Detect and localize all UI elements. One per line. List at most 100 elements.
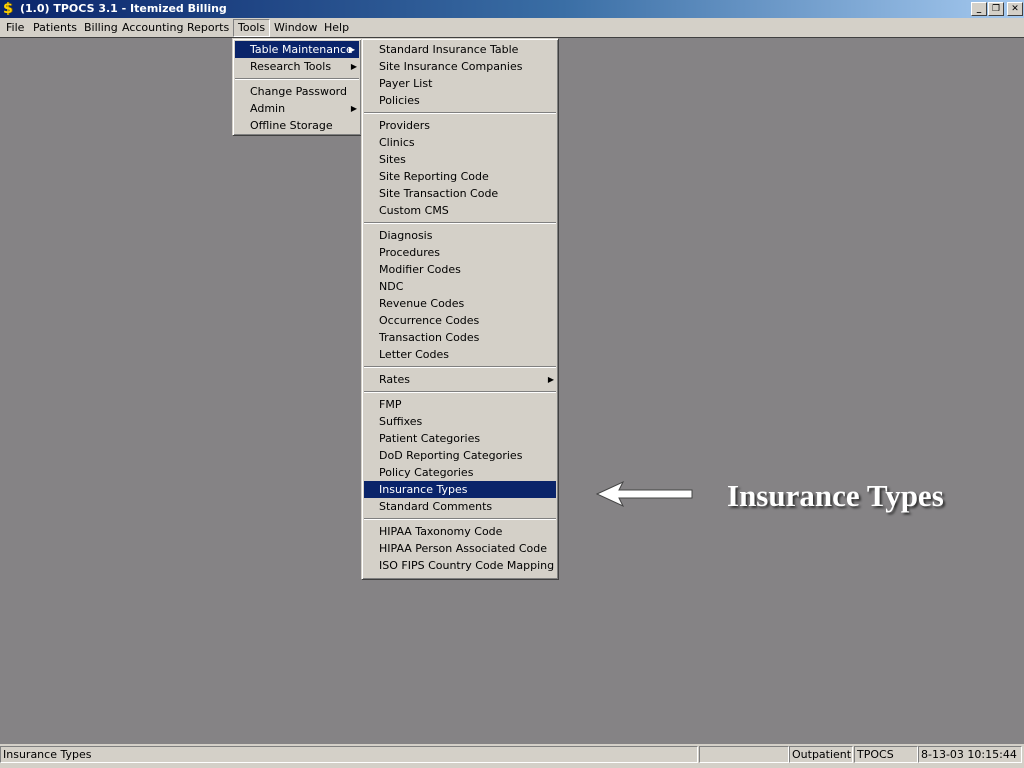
- menu-item-label: DoD Reporting Categories: [379, 449, 523, 462]
- menu-item-clinics[interactable]: Clinics: [362, 134, 558, 151]
- menu-separator: [235, 78, 359, 80]
- menu-item-transaction-codes[interactable]: Transaction Codes: [362, 329, 558, 346]
- menu-item-label: Policies: [379, 94, 420, 107]
- title-bar: $ (1.0) TPOCS 3.1 - Itemized Billing _ ❐…: [0, 0, 1024, 18]
- menu-item-label: Clinics: [379, 136, 415, 149]
- menu-item-label: ISO FIPS Country Code Mapping: [379, 559, 555, 572]
- menu-item-label: Diagnosis: [379, 229, 433, 242]
- menu-item-fmp[interactable]: FMP: [362, 396, 558, 413]
- menu-item-label: Revenue Codes: [379, 297, 465, 310]
- menu-item-label: Procedures: [379, 246, 440, 259]
- menu-item-label: Standard Insurance Table: [379, 43, 519, 56]
- menu-item-modifier-codes[interactable]: Modifier Codes: [362, 261, 558, 278]
- menu-separator: [364, 112, 556, 114]
- submenu-arrow-icon: ▶: [547, 375, 554, 384]
- menu-bar: File Patients Billing Accounting Reports…: [0, 18, 1024, 37]
- menu-file[interactable]: File: [2, 20, 28, 36]
- menu-item-site-transaction-code[interactable]: Site Transaction Code: [362, 185, 558, 202]
- menu-item-label: Change Password: [250, 85, 347, 98]
- menu-item-payer-list[interactable]: Payer List: [362, 75, 558, 92]
- menu-item-diagnosis[interactable]: Diagnosis: [362, 227, 558, 244]
- menu-item-label: Site Insurance Companies: [379, 60, 523, 73]
- menu-item-change-password[interactable]: Change Password: [233, 83, 361, 100]
- menu-item-admin[interactable]: Admin ▶: [233, 100, 361, 117]
- menu-item-label: Insurance Types: [379, 483, 468, 496]
- menu-item-letter-codes[interactable]: Letter Codes: [362, 346, 558, 363]
- menu-billing[interactable]: Billing: [80, 20, 122, 36]
- menu-item-occurrence-codes[interactable]: Occurrence Codes: [362, 312, 558, 329]
- menu-item-label: Patient Categories: [379, 432, 481, 445]
- status-blank: [699, 746, 789, 763]
- status-message: Insurance Types: [0, 746, 698, 763]
- menu-separator: [364, 222, 556, 224]
- menu-item-revenue-codes[interactable]: Revenue Codes: [362, 295, 558, 312]
- menu-item-standard-insurance-table[interactable]: Standard Insurance Table: [362, 41, 558, 58]
- left-arrow-icon: [595, 480, 693, 508]
- menu-item-label: Occurrence Codes: [379, 314, 480, 327]
- submenu-arrow-icon: ▶: [348, 45, 355, 54]
- restore-button[interactable]: ❐: [988, 2, 1004, 16]
- annotation-arrow: [595, 478, 695, 510]
- menu-accounting[interactable]: Accounting: [118, 20, 187, 36]
- menu-item-label: Letter Codes: [379, 348, 450, 361]
- annotation-label: Insurance Types: [727, 478, 944, 513]
- menu-item-label: NDC: [379, 280, 404, 293]
- table-maintenance-menu: Standard Insurance Table Site Insurance C…: [361, 38, 559, 580]
- status-datetime: 8-13-03 10:15:44: [918, 746, 1022, 763]
- menu-item-hipaa-person-associated-code[interactable]: HIPAA Person Associated Code: [362, 540, 558, 557]
- status-mode: Outpatient: [789, 746, 853, 763]
- menu-item-rates[interactable]: Rates ▶: [362, 371, 558, 388]
- menu-item-sites[interactable]: Sites: [362, 151, 558, 168]
- menu-item-label: Standard Comments: [379, 500, 493, 513]
- status-bar: Insurance Types Outpatient TPOCS 8-13-03…: [0, 744, 1024, 768]
- submenu-arrow-icon: ▶: [350, 62, 357, 71]
- menu-item-label: FMP: [379, 398, 402, 411]
- menu-item-policy-categories[interactable]: Policy Categories: [362, 464, 558, 481]
- menu-item-dod-reporting-categories[interactable]: DoD Reporting Categories: [362, 447, 558, 464]
- menu-item-label: Modifier Codes: [379, 263, 461, 276]
- menu-item-label: Site Transaction Code: [379, 187, 499, 200]
- menu-separator: [364, 391, 556, 393]
- menu-item-suffixes[interactable]: Suffixes: [362, 413, 558, 430]
- menu-separator: [364, 366, 556, 368]
- menu-item-label: Providers: [379, 119, 431, 132]
- menu-item-label: Site Reporting Code: [379, 170, 489, 183]
- menu-item-label: Policy Categories: [379, 466, 474, 479]
- menu-item-ndc[interactable]: NDC: [362, 278, 558, 295]
- menu-item-standard-comments[interactable]: Standard Comments: [362, 498, 558, 515]
- menu-item-procedures[interactable]: Procedures: [362, 244, 558, 261]
- menu-item-label: Suffixes: [379, 415, 423, 428]
- menu-item-table-maintenance[interactable]: Table Maintenance ▶: [235, 41, 359, 58]
- menu-patients[interactable]: Patients: [29, 20, 81, 36]
- status-system: TPOCS: [854, 746, 918, 763]
- menu-item-hipaa-taxonomy-code[interactable]: HIPAA Taxonomy Code: [362, 523, 558, 540]
- menu-item-label: HIPAA Person Associated Code: [379, 542, 548, 555]
- menu-item-policies[interactable]: Policies: [362, 92, 558, 109]
- menu-reports[interactable]: Reports: [183, 20, 233, 36]
- menu-item-label: Sites: [379, 153, 406, 166]
- menu-item-label: Research Tools: [250, 60, 332, 73]
- menu-item-label: Rates: [379, 373, 410, 386]
- menu-tools[interactable]: Tools: [233, 19, 271, 37]
- menu-item-site-reporting-code[interactable]: Site Reporting Code: [362, 168, 558, 185]
- menu-window[interactable]: Window: [270, 20, 321, 36]
- dollar-icon[interactable]: $: [3, 1, 17, 17]
- menu-item-iso-fips-country-code-mapping[interactable]: ISO FIPS Country Code Mapping: [362, 557, 558, 574]
- menu-item-insurance-types[interactable]: Insurance Types: [364, 481, 556, 498]
- close-button[interactable]: ✕: [1007, 2, 1023, 16]
- menu-item-label: Payer List: [379, 77, 433, 90]
- minimize-button[interactable]: _: [971, 2, 987, 16]
- menu-item-label: HIPAA Taxonomy Code: [379, 525, 503, 538]
- menu-item-custom-cms[interactable]: Custom CMS: [362, 202, 558, 219]
- menu-item-offline-storage[interactable]: Offline Storage: [233, 117, 361, 134]
- menu-help[interactable]: Help: [320, 20, 353, 36]
- menu-item-site-insurance-companies[interactable]: Site Insurance Companies: [362, 58, 558, 75]
- menu-item-patient-categories[interactable]: Patient Categories: [362, 430, 558, 447]
- tools-menu: Table Maintenance ▶ Research Tools ▶ Cha…: [232, 38, 362, 136]
- menu-item-research-tools[interactable]: Research Tools ▶: [233, 58, 361, 75]
- menu-item-providers[interactable]: Providers: [362, 117, 558, 134]
- menu-item-label: Table Maintenance: [250, 43, 353, 56]
- window-title: (1.0) TPOCS 3.1 - Itemized Billing: [20, 2, 227, 15]
- menu-separator: [364, 518, 556, 520]
- menu-item-label: Offline Storage: [250, 119, 333, 132]
